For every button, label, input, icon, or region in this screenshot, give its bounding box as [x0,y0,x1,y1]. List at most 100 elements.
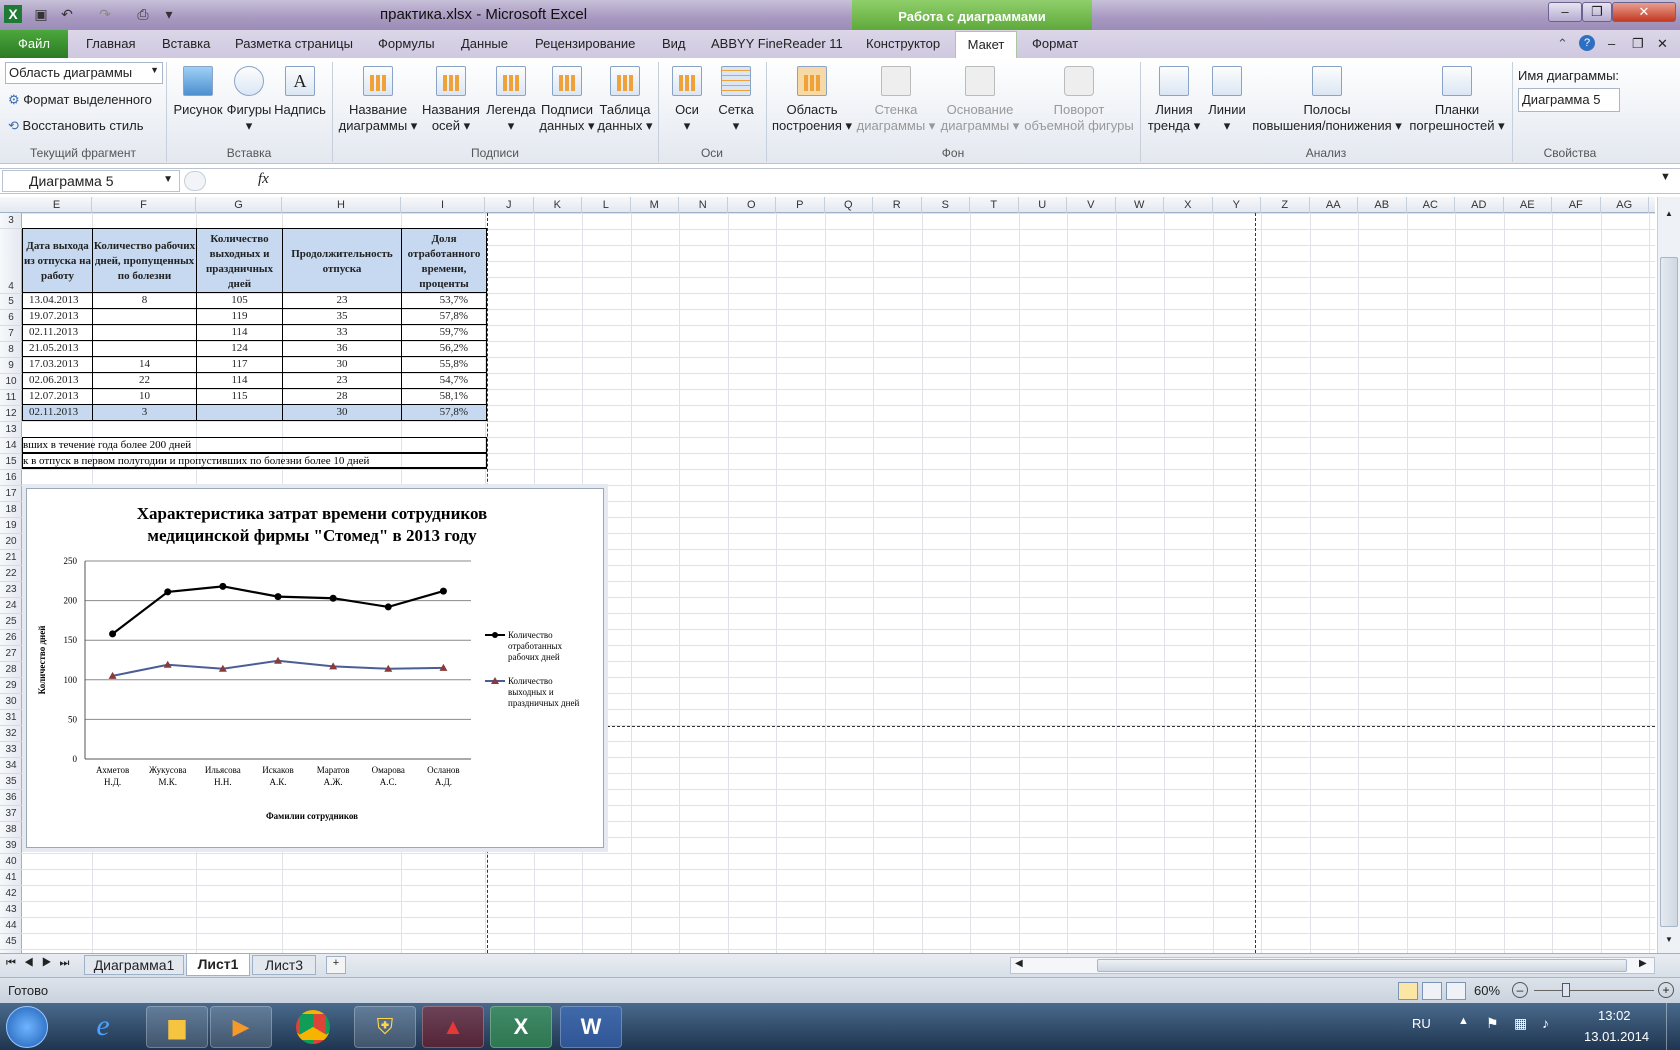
table-cell[interactable]: 35 [283,309,402,324]
table-header-cell[interactable]: Доля отработанного времени, проценты [402,229,486,294]
table-cell[interactable] [93,309,197,324]
column-header-T[interactable]: T [970,197,1019,213]
language-indicator[interactable]: RU [1412,1016,1431,1031]
y-axis-title[interactable]: Количество дней [37,626,47,695]
x-axis-title[interactable]: Фамилии сотрудников [266,811,358,821]
show-desktop-button[interactable] [1666,1003,1680,1050]
insert-function-icon[interactable]: fx [258,171,269,188]
table-cell[interactable]: 59,7% [402,325,486,340]
column-header-AD[interactable]: AD [1455,197,1504,213]
vertical-scrollbar[interactable]: ▲ ▼ [1657,197,1680,953]
tab-page-layout[interactable]: Разметка страницы [235,36,353,51]
column-header-Q[interactable]: Q [825,197,873,213]
column-header-J[interactable]: J [485,197,534,213]
acrobat-icon[interactable]: ▲ [422,1006,484,1048]
gridlines-button[interactable]: Сетка ▾ [712,66,760,134]
doc-minimize-icon[interactable]: – [1608,36,1615,51]
start-button[interactable] [6,1006,48,1048]
tray-expand-icon[interactable]: ▲ [1458,1015,1469,1027]
tab-abbyy[interactable]: ABBYY FineReader 11 [711,36,843,51]
excel-taskbar-icon[interactable]: X [490,1006,552,1048]
maximize-button[interactable]: ❐ [1582,2,1612,22]
column-header-P[interactable]: P [776,197,825,213]
row-header-12[interactable]: 12 [0,406,22,422]
table-cell[interactable]: 28 [283,389,402,404]
table-cell[interactable]: 21.05.2013 [23,341,93,356]
column-header-AG[interactable]: AG [1601,197,1649,213]
row-header-42[interactable]: 42 [0,886,22,902]
shapes-button[interactable]: Фигуры ▾ [224,66,274,134]
row-header-22[interactable]: 22 [0,566,22,582]
column-header-R[interactable]: R [873,197,922,213]
page-break-view-icon[interactable] [1446,982,1466,1000]
quick-print-icon[interactable]: ⎙ [134,5,152,23]
save-icon[interactable]: ▣ [32,5,50,23]
table-cell[interactable]: 54,7% [402,373,486,388]
column-header-L[interactable]: L [582,197,631,213]
security-shield-icon[interactable]: ⛨ [354,1006,416,1048]
3d-rotation-button[interactable]: Поворот объемной фигуры [1022,66,1136,134]
row-header-20[interactable]: 20 [0,534,22,550]
row-header-23[interactable]: 23 [0,582,22,598]
row-header-9[interactable]: 9 [0,358,22,374]
table-cell[interactable]: 58,1% [402,389,486,404]
table-cell[interactable] [197,405,283,420]
sheet-tab-list3[interactable]: Лист3 [252,955,316,975]
ribbon-collapse-icon[interactable]: ⌃ [1557,36,1568,52]
column-header-M[interactable]: M [631,197,679,213]
row-header-26[interactable]: 26 [0,630,22,646]
legend-entry-text[interactable]: выходных и [508,687,554,697]
data-labels-button[interactable]: Подписи данных ▾ [538,66,596,134]
table-header-cell[interactable]: Дата выхода из отпуска на работу [23,229,93,294]
row-header-27[interactable]: 27 [0,646,22,662]
row-header-19[interactable]: 19 [0,518,22,534]
legend-key-marker[interactable] [492,632,498,638]
row-header-25[interactable]: 25 [0,614,22,630]
table-cell[interactable]: 02.11.2013 [23,325,93,340]
tab-data[interactable]: Данные [461,36,508,51]
row-header-13[interactable]: 13 [0,422,22,438]
table-cell[interactable]: 114 [197,373,283,388]
file-explorer-icon[interactable]: ▆ [146,1006,208,1048]
column-header-N[interactable]: N [679,197,728,213]
axes-button[interactable]: Оси ▾ [664,66,710,134]
close-button[interactable]: ✕ [1612,2,1676,22]
legend-button[interactable]: Легенда ▾ [484,66,538,134]
column-header-AF[interactable]: AF [1552,197,1601,213]
row-header-39[interactable]: 39 [0,838,22,854]
table-cell[interactable]: 02.06.2013 [23,373,93,388]
formula-expand-icon[interactable]: ▼ [1660,171,1671,183]
internet-explorer-icon[interactable]: e [72,1006,134,1048]
column-header-S[interactable]: S [922,197,970,213]
axis-titles-button[interactable]: Названия осей ▾ [418,66,484,134]
note-row-15[interactable]: к в отпуск в первом полугодии и пропусти… [22,453,487,469]
doc-close-icon[interactable]: ✕ [1657,36,1668,52]
chart-name-input[interactable]: Диаграмма 5 [1518,88,1620,112]
row-header-18[interactable]: 18 [0,502,22,518]
table-cell[interactable]: 13.04.2013 [23,293,93,308]
column-header-H[interactable]: H [282,197,401,213]
table-cell[interactable]: 57,8% [402,405,486,420]
column-header-K[interactable]: K [534,197,582,213]
line-chart[interactable]: Характеристика затрат времени сотруднико… [27,489,605,849]
tab-file[interactable]: Файл [0,30,68,58]
scroll-thumb[interactable] [1660,257,1678,927]
column-header-W[interactable]: W [1116,197,1164,213]
row-header-32[interactable]: 32 [0,726,22,742]
legend-entry-text[interactable]: отработанных [508,641,563,651]
column-header-AC[interactable]: AC [1407,197,1455,213]
legend-entry-text[interactable]: Количество [508,676,553,686]
undo-icon[interactable]: ↶ [58,5,76,23]
tab-design[interactable]: Конструктор [866,36,940,51]
scroll-left-icon[interactable]: ◀ [1015,958,1023,969]
name-box[interactable]: Диаграмма 5 ▼ [2,170,180,192]
tab-layout[interactable]: Макет [955,31,1017,59]
column-header-G[interactable]: G [196,197,282,213]
column-header-V[interactable]: V [1067,197,1116,213]
formula-input[interactable] [282,171,1658,191]
row-header-5[interactable]: 5 [0,294,22,310]
zoom-slider[interactable] [1534,990,1654,991]
table-cell[interactable]: 36 [283,341,402,356]
column-header-E[interactable]: E [22,197,92,213]
row-header-14[interactable]: 14 [0,438,22,454]
